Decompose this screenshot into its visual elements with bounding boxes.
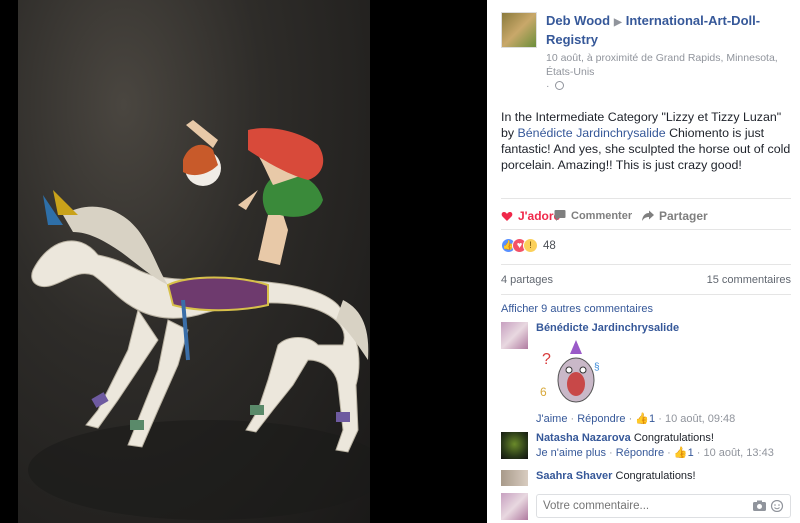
comment-text: Congratulations!	[633, 432, 714, 444]
comment-count[interactable]: 15 commentaires	[707, 274, 791, 286]
comment-text: Congratulations!	[615, 470, 696, 482]
commenter-avatar[interactable]	[501, 470, 528, 486]
share-button[interactable]: Partager	[642, 207, 708, 225]
share-icon	[642, 210, 654, 221]
emoji-icon[interactable]	[770, 499, 784, 513]
author-name[interactable]: Deb Wood	[546, 13, 610, 28]
author-avatar[interactable]	[501, 12, 537, 48]
divider	[501, 264, 791, 265]
comment-item: Saahra Shaver Congratulations!	[501, 470, 791, 488]
current-user-avatar	[501, 493, 528, 520]
svg-text:§: §	[594, 362, 600, 373]
triangle-right-icon: ▶	[614, 17, 622, 28]
divider	[501, 229, 791, 230]
comment-unlike-button[interactable]: Je n'aime plus	[536, 447, 606, 459]
comment-like-count[interactable]: 1	[649, 413, 655, 425]
comment-time[interactable]: 10 août, 09:48	[665, 413, 735, 425]
doll-and-horse-illustration	[28, 120, 370, 520]
svg-text:?: ?	[542, 351, 551, 368]
comment-icon	[554, 210, 566, 221]
comment-reply-button[interactable]: Répondre	[577, 413, 625, 425]
show-more-comments-link[interactable]: Afficher 9 autres commentaires	[501, 303, 653, 315]
composer-icons	[753, 499, 785, 513]
comment-item: Bénédicte Jardinchrysalide ? § 6 J'aime …	[501, 322, 791, 427]
party-pig-sticker: ? § 6	[536, 340, 616, 406]
wow-icon: !	[523, 238, 538, 253]
comment-time[interactable]: 10 août, 13:43	[703, 447, 773, 459]
post-meta[interactable]: 10 août, à proximité de Grand Rapids, Mi…	[546, 52, 778, 78]
photo-viewer	[0, 0, 487, 523]
love-button[interactable]: J'adore	[501, 207, 560, 225]
commenter-name[interactable]: Bénédicte Jardinchrysalide	[536, 322, 791, 334]
thumbs-up-icon: 👍	[635, 413, 650, 425]
divider	[501, 294, 791, 295]
comment-like-count[interactable]: 1	[688, 447, 694, 459]
commenter-name[interactable]: Natasha Nazarova	[536, 432, 631, 444]
commenter-avatar[interactable]	[501, 322, 528, 349]
heart-icon	[501, 212, 513, 221]
reactions-summary[interactable]: 👍 ♥! 48	[501, 238, 556, 256]
share-label: Partager	[659, 209, 708, 223]
thumbs-up-icon: 👍	[673, 447, 688, 459]
mentioned-user-link[interactable]: Bénédicte Jardinchrysalide	[518, 126, 666, 140]
post-stats: 4 partages 15 commentaires	[501, 274, 791, 286]
divider	[501, 198, 791, 199]
comment-like-button[interactable]: J'aime	[536, 413, 567, 425]
commenter-avatar[interactable]	[501, 432, 528, 459]
globe-icon[interactable]	[555, 81, 565, 90]
reaction-count: 48	[543, 239, 556, 252]
commenter-name[interactable]: Saahra Shaver	[536, 470, 612, 482]
camera-icon[interactable]	[753, 500, 766, 512]
post-photo[interactable]	[18, 0, 370, 523]
comment-label: Commenter	[571, 210, 633, 222]
comment-reply-button[interactable]: Répondre	[616, 447, 664, 459]
svg-text:6: 6	[540, 385, 547, 399]
comment-composer	[501, 492, 791, 520]
post-text: In the Intermediate Category "Lizzy et T…	[501, 109, 793, 173]
post-panel: Deb Wood ▶ International-Art-Doll-Registry…	[487, 0, 800, 523]
share-count[interactable]: 4 partages	[501, 274, 553, 286]
comment-item: Natasha Nazarova Congratulations! Je n'a…	[501, 432, 791, 464]
